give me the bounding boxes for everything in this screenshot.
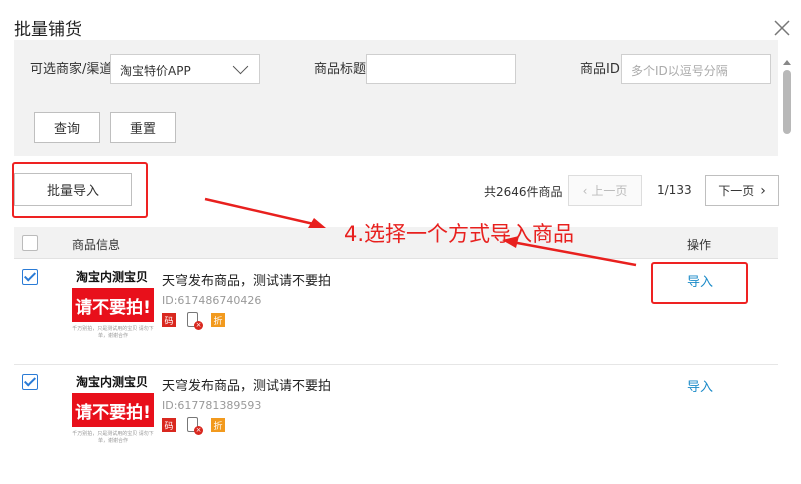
thumbnail-banner: 请不要拍! [72, 288, 154, 322]
next-page-button[interactable]: 下一页 › [705, 175, 779, 206]
thumbnail-fine-print: 千万别拍，只是测试用的宝贝 请勿下单，谢谢合作 [72, 431, 154, 444]
scrollbar-thumb[interactable] [783, 70, 791, 134]
product-id-placeholder: 多个ID以逗号分隔 [631, 64, 728, 78]
code-badge-icon: 码 [162, 313, 176, 327]
product-id-label: 商品ID [580, 62, 620, 77]
thumbnail-title: 淘宝内测宝贝 [76, 375, 149, 389]
merchant-select[interactable]: 淘宝特价APP [110, 54, 260, 84]
code-badge-icon: 码 [162, 418, 176, 432]
discount-badge-icon: 折 [211, 418, 225, 432]
mobile-disabled-icon: × [187, 312, 203, 330]
merchant-select-value: 淘宝特价APP [120, 64, 191, 78]
thumbnail-banner: 请不要拍! [72, 393, 154, 427]
highlight-box-import [651, 262, 748, 304]
scroll-up-arrow-icon[interactable] [783, 60, 791, 65]
header-product-info: 商品信息 [72, 238, 121, 252]
row-checkbox[interactable] [22, 374, 38, 390]
merchant-label: 可选商家/渠道 [30, 62, 113, 77]
header-action: 操作 [687, 238, 712, 252]
close-icon[interactable] [772, 18, 792, 38]
import-link[interactable]: 导入 [687, 376, 713, 395]
prev-page-button[interactable]: ‹ 上一页 [568, 175, 642, 206]
product-title-input[interactable] [366, 54, 516, 84]
chevron-left-icon: ‹ [582, 183, 588, 198]
product-title[interactable]: 天穹发布商品，测试请不要拍 [162, 270, 331, 289]
product-id: ID:617486740426 [162, 294, 262, 307]
thumbnail-title: 淘宝内测宝贝 [76, 270, 149, 284]
arrow-to-bulk-import [204, 197, 326, 228]
thumbnail-fine-print: 千万别拍，只是测试用的宝贝 请勿下单，谢谢合作 [72, 326, 154, 339]
highlight-box-bulk-import [12, 162, 148, 218]
dialog-title: 批量铺货 [14, 20, 82, 40]
page-info: 1/133 [657, 183, 692, 197]
query-button[interactable]: 查询 [34, 112, 100, 143]
product-title[interactable]: 天穹发布商品，测试请不要拍 [162, 375, 331, 394]
next-page-label: 下一页 [718, 184, 755, 198]
chevron-right-icon: › [760, 182, 766, 199]
mobile-disabled-icon: × [187, 417, 203, 435]
reset-button[interactable]: 重置 [110, 112, 176, 143]
filter-panel: 可选商家/渠道 淘宝特价APP 商品标题 商品ID 多个ID以逗号分隔 查询 重… [14, 40, 778, 156]
discount-badge-icon: 折 [211, 313, 225, 327]
scrollbar[interactable] [781, 60, 793, 460]
prev-page-label: 上一页 [591, 184, 628, 198]
product-thumbnail[interactable]: 淘宝内测宝贝 请不要拍! 千万别拍，只是测试用的宝贝 请勿下单，谢谢合作 [72, 266, 154, 342]
product-id-input[interactable]: 多个ID以逗号分隔 [621, 54, 771, 84]
product-thumbnail[interactable]: 淘宝内测宝贝 请不要拍! 千万别拍，只是测试用的宝贝 请勿下单，谢谢合作 [72, 371, 154, 447]
row-checkbox[interactable] [22, 269, 38, 285]
select-all-checkbox[interactable] [22, 235, 38, 251]
total-count: 共2646件商品 [484, 185, 563, 199]
chevron-down-icon [232, 58, 249, 75]
product-id: ID:617781389593 [162, 399, 262, 412]
product-title-label: 商品标题 [314, 62, 367, 77]
annotation-text: 4.选择一个方式导入商品 [344, 222, 575, 246]
table-row: 淘宝内测宝贝 请不要拍! 千万别拍，只是测试用的宝贝 请勿下单，谢谢合作 天穹发… [14, 365, 778, 470]
